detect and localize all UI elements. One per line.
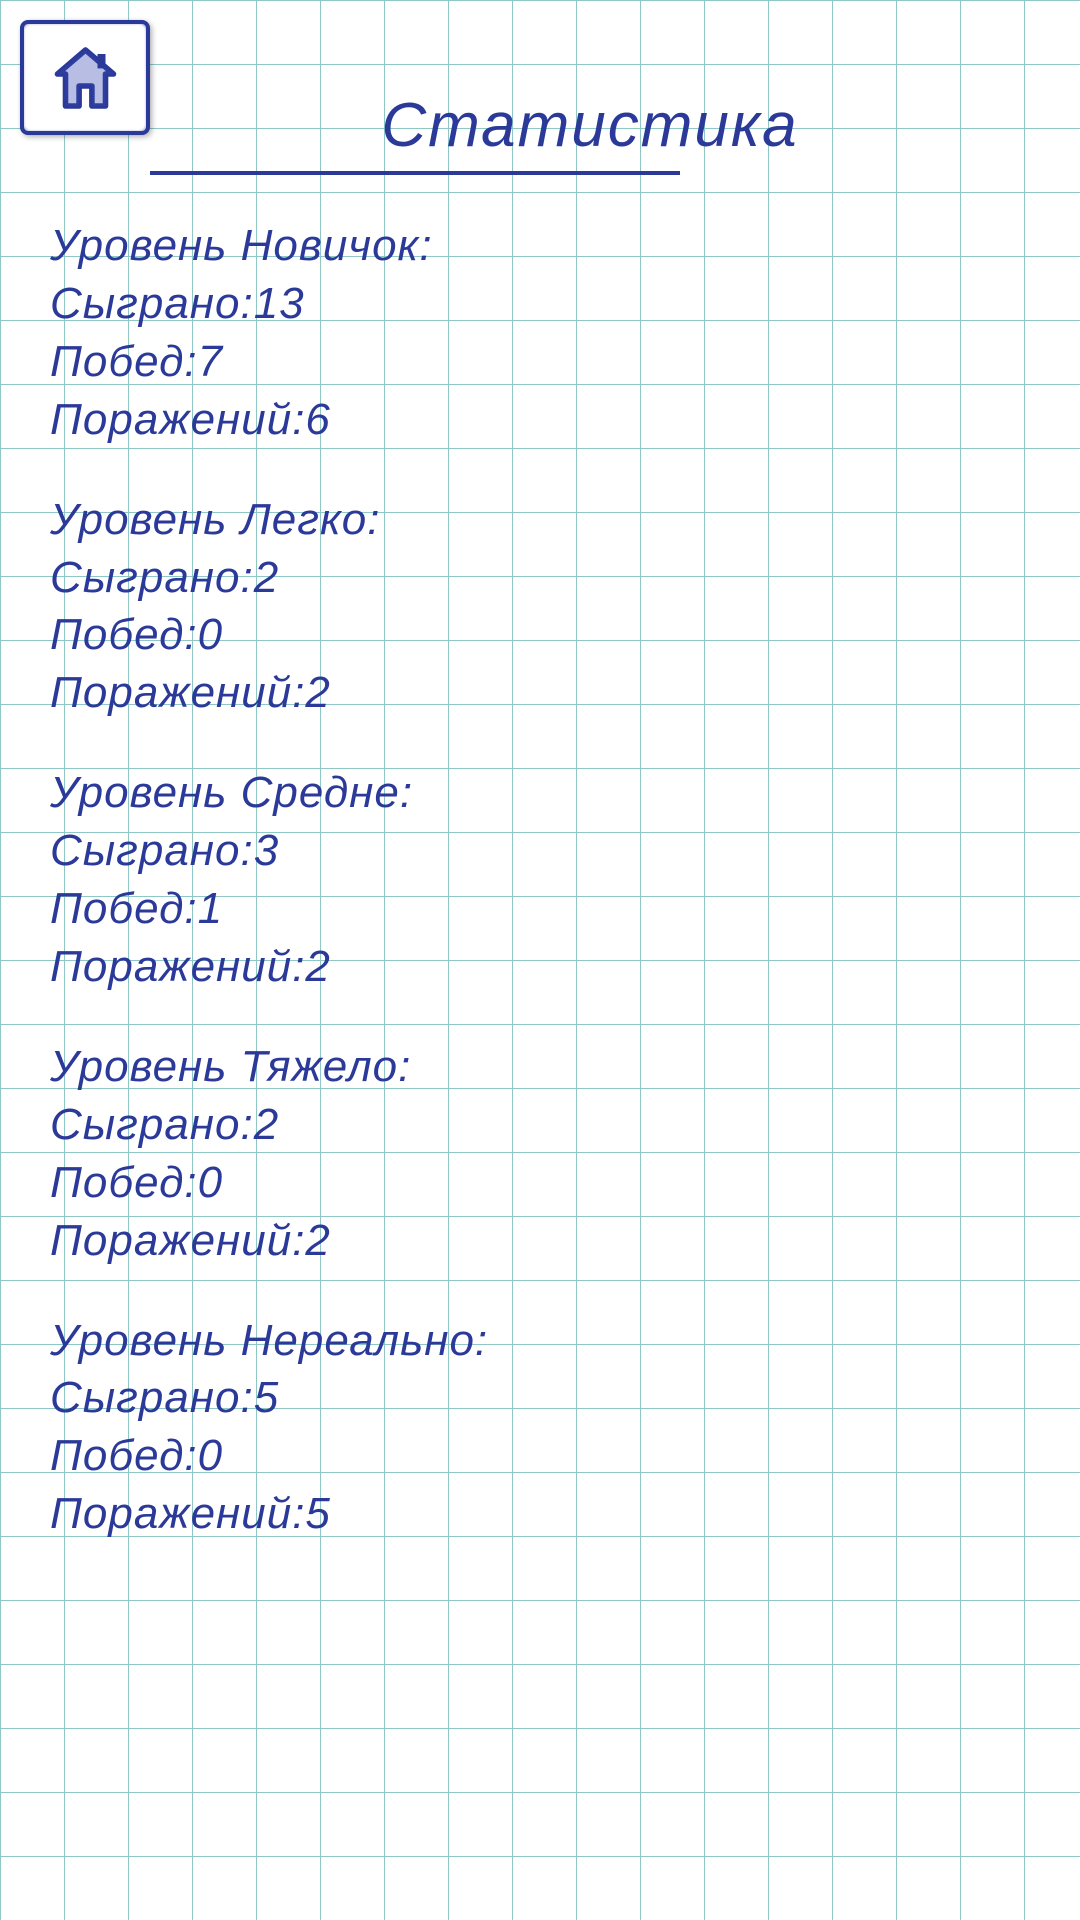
level-losses: Поражений:2 (50, 941, 1030, 993)
level-played: Сыграно:2 (50, 1099, 1030, 1151)
level-losses: Поражений:2 (50, 667, 1030, 719)
level-wins: Побед:0 (50, 609, 1030, 661)
level-wins: Побед:0 (50, 1430, 1030, 1482)
title-container: Статистика (0, 0, 1080, 161)
home-icon (43, 38, 128, 118)
level-block-0: Уровень Новичок: Сыграно:13 Побед:7 Пора… (50, 220, 1030, 446)
level-name: Уровень Нереально: (50, 1315, 1030, 1367)
level-name: Уровень Новичок: (50, 220, 1030, 272)
level-block-4: Уровень Нереально: Сыграно:5 Побед:0 Пор… (50, 1315, 1030, 1541)
level-block-2: Уровень Средне: Сыграно:3 Побед:1 Пораже… (50, 767, 1030, 993)
level-name: Уровень Легко: (50, 494, 1030, 546)
level-played: Сыграно:3 (50, 825, 1030, 877)
home-button[interactable] (20, 20, 150, 135)
level-name: Уровень Средне: (50, 767, 1030, 819)
level-losses: Поражений:2 (50, 1215, 1030, 1267)
stats-container: Уровень Новичок: Сыграно:13 Побед:7 Пора… (0, 175, 1080, 1540)
level-played: Сыграно:5 (50, 1372, 1030, 1424)
level-block-1: Уровень Легко: Сыграно:2 Побед:0 Поражен… (50, 494, 1030, 720)
level-losses: Поражений:5 (50, 1488, 1030, 1540)
level-wins: Побед:7 (50, 336, 1030, 388)
level-played: Сыграно:2 (50, 552, 1030, 604)
level-block-3: Уровень Тяжело: Сыграно:2 Побед:0 Пораже… (50, 1041, 1030, 1267)
level-losses: Поражений:6 (50, 394, 1030, 446)
page-title: Статистика (150, 90, 1030, 161)
level-played: Сыграно:13 (50, 278, 1030, 330)
level-name: Уровень Тяжело: (50, 1041, 1030, 1093)
level-wins: Побед:0 (50, 1157, 1030, 1209)
level-wins: Побед:1 (50, 883, 1030, 935)
